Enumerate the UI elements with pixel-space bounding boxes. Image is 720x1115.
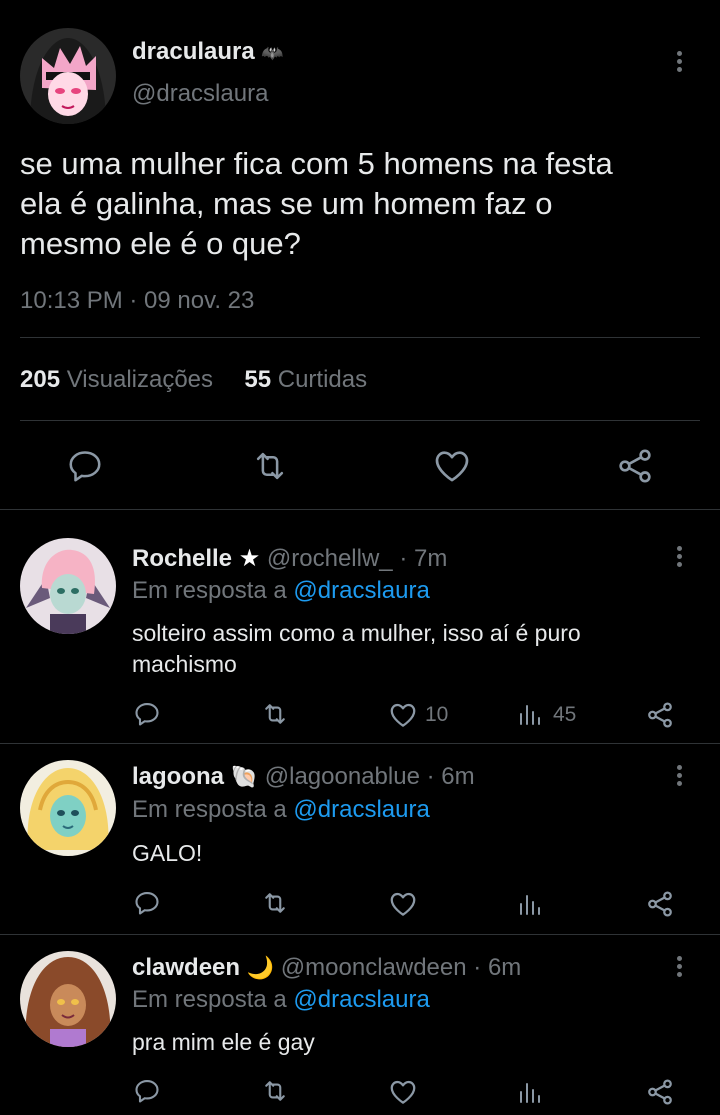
reply-to-link[interactable]: @dracslaura [293, 796, 429, 823]
reply-prefix: Em resposta a [132, 577, 287, 604]
reply-context: Em resposta a @dracslaura [132, 577, 430, 605]
more-icon[interactable] [677, 765, 685, 789]
retweet-icon[interactable] [259, 700, 291, 728]
share-icon[interactable] [614, 446, 656, 486]
tweet-text-line: se uma mulher fica com 5 homens na festa [20, 146, 613, 181]
reply-prefix: Em resposta a [132, 986, 287, 1013]
reply-display-name[interactable]: clawdeen [132, 954, 240, 981]
reply-text-line: pra mim ele é gay [132, 1029, 315, 1055]
reply-icon[interactable] [133, 1077, 161, 1105]
tweet-text: se uma mulher fica com 5 homens na festa… [20, 144, 613, 264]
reply-text: pra mim ele é gay [132, 1027, 315, 1058]
moon-emoji: 🌙 [246, 955, 275, 980]
reply-text: GALO! [132, 838, 202, 869]
retweet-icon[interactable] [259, 889, 291, 917]
reply-display-name[interactable]: Rochelle [132, 545, 232, 572]
likes-count: 55 [244, 366, 272, 393]
avatar-image [20, 538, 116, 634]
author-display-name: draculaura [132, 38, 255, 65]
tweet-text-line: ela é galinha, mas se um homem faz o [20, 186, 553, 221]
reply-context: Em resposta a @dracslaura [132, 796, 430, 824]
reply-display-name[interactable]: lagoona [132, 763, 224, 790]
reply-time[interactable]: · 7m [399, 545, 447, 572]
tweet-text-line: mesmo ele é o que? [20, 226, 301, 261]
reply-handle[interactable]: @rochellw_ [267, 545, 393, 572]
divider [0, 934, 720, 935]
reply-icon[interactable] [133, 889, 161, 917]
reply-header: clawdeen 🌙 @moonclawdeen · 6m [132, 954, 521, 982]
reply-text-line: GALO! [132, 840, 203, 866]
views-icon[interactable] [518, 892, 544, 916]
reply-icon[interactable] [65, 447, 105, 485]
star-emoji: ★ [238, 545, 261, 572]
retweet-icon[interactable] [248, 447, 292, 485]
view-count: 45 [553, 703, 577, 726]
views-icon[interactable] [518, 1080, 544, 1104]
tweet-stats: 205 Visualizações 55 Curtidas [20, 366, 367, 394]
more-icon[interactable] [677, 956, 685, 980]
like-icon[interactable] [388, 700, 418, 730]
like-count: 10 [425, 703, 449, 726]
reply-avatar[interactable] [20, 538, 116, 634]
author-name[interactable]: draculaura 🦇 [132, 38, 284, 66]
reply-text: solteiro assim como a mulher, isso aí é … [132, 618, 581, 680]
reply-header: lagoona 🐚 @lagoonablue · 6m [132, 763, 475, 791]
avatar-image [20, 760, 116, 856]
more-icon[interactable] [677, 51, 685, 75]
reply-text-line: solteiro assim como a mulher, isso aí é … [132, 620, 581, 646]
reply-avatar[interactable] [20, 760, 116, 856]
reply-avatar[interactable] [20, 951, 116, 1047]
divider [0, 509, 720, 510]
share-icon[interactable] [645, 1077, 675, 1107]
tweet-timestamp[interactable]: 10:13 PM · 09 nov. 23 [20, 287, 254, 315]
reply-to-link[interactable]: @dracslaura [293, 986, 429, 1013]
bat-emoji: 🦇 [261, 43, 284, 63]
reply-prefix: Em resposta a [132, 796, 287, 823]
retweet-icon[interactable] [259, 1077, 291, 1105]
share-icon[interactable] [645, 700, 675, 730]
avatar-image [20, 28, 116, 124]
shell-emoji: 🐚 [230, 764, 259, 789]
reply-handle[interactable]: @moonclawdeen [281, 954, 467, 981]
reply-time[interactable]: · 6m [427, 763, 475, 790]
more-icon[interactable] [677, 546, 685, 570]
avatar-image [20, 951, 116, 1047]
reply-handle[interactable]: @lagoonablue [265, 763, 420, 790]
reply-header: Rochelle ★ @rochellw_ · 7m [132, 544, 447, 573]
like-icon[interactable] [388, 889, 418, 919]
reply-icon[interactable] [133, 700, 161, 728]
like-icon[interactable] [432, 446, 472, 486]
like-icon[interactable] [388, 1077, 418, 1107]
reply-time[interactable]: · 6m [473, 954, 521, 981]
views-icon[interactable] [518, 702, 544, 726]
author-handle[interactable]: @dracslaura [132, 80, 268, 108]
reply-context: Em resposta a @dracslaura [132, 986, 430, 1014]
divider [0, 743, 720, 744]
views-count: 205 [20, 366, 61, 393]
share-icon[interactable] [645, 889, 675, 919]
avatar[interactable] [20, 28, 116, 124]
likes-label[interactable]: Curtidas [278, 366, 367, 393]
reply-text-line: machismo [132, 651, 237, 677]
divider [20, 420, 700, 421]
reply-to-link[interactable]: @dracslaura [293, 577, 429, 604]
views-label[interactable]: Visualizações [67, 366, 213, 393]
divider [20, 337, 700, 338]
